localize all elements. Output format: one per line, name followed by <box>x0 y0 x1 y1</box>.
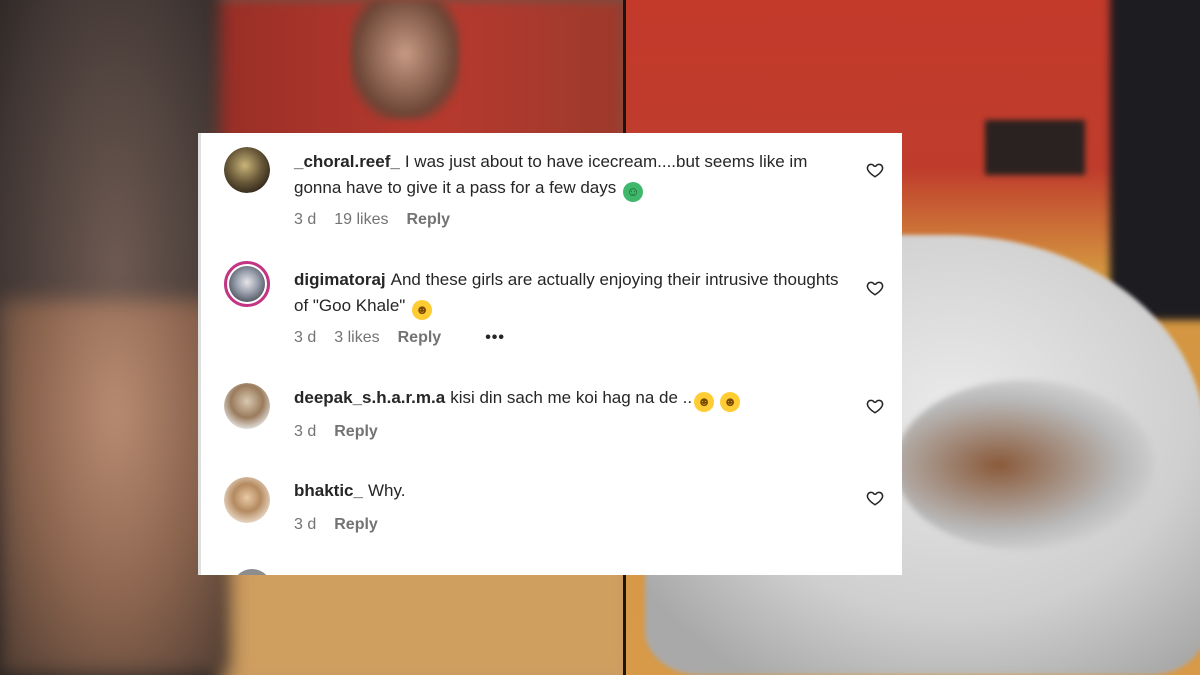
heart-outline-icon[interactable] <box>866 279 884 297</box>
comment-text: kisi din sach me koi hag na de .. <box>450 388 693 407</box>
comment-body: _choral.reef_ I was just about to have ic… <box>294 149 854 202</box>
comment-username[interactable]: digimatoraj <box>294 270 386 289</box>
comment-meta: 3 d 19 likes Reply <box>294 211 450 229</box>
next-comment-avatar[interactable] <box>232 569 272 575</box>
comment-meta: 3 d Reply <box>294 516 378 534</box>
comment-meta: 3 d 3 likes Reply ••• <box>294 329 505 347</box>
reply-button[interactable]: Reply <box>407 211 451 229</box>
avatar[interactable] <box>224 477 270 523</box>
comment-body: bhaktic_ Why. <box>294 478 854 504</box>
avatar[interactable] <box>224 147 270 193</box>
heart-outline-icon[interactable] <box>866 489 884 507</box>
reply-button[interactable]: Reply <box>398 329 442 347</box>
nauseated-face-emoji-icon: ☺ <box>623 182 643 202</box>
avatar-with-story-ring[interactable] <box>224 261 270 307</box>
comment-likes[interactable]: 3 likes <box>334 329 379 347</box>
comments-card: _choral.reef_ I was just about to have ic… <box>198 133 902 575</box>
comment-username[interactable]: deepak_s.h.a.r.m.a <box>294 388 445 407</box>
reply-button[interactable]: Reply <box>334 423 378 441</box>
scrollbar[interactable] <box>198 133 201 575</box>
heart-outline-icon[interactable] <box>866 161 884 179</box>
laughing-face-emoji-icon: ☻ <box>694 392 715 412</box>
comment-meta: 3 d Reply <box>294 423 378 441</box>
comment-body: deepak_s.h.a.r.m.a kisi din sach me koi h… <box>294 385 854 412</box>
comment-username[interactable]: _choral.reef_ <box>294 152 400 171</box>
comment-body: digimatoraj And these girls are actually … <box>294 267 854 320</box>
heart-outline-icon[interactable] <box>866 397 884 415</box>
laughing-face-emoji-icon: ☻ <box>720 392 741 412</box>
comment-age: 3 d <box>294 211 317 228</box>
comment-age: 3 d <box>294 516 317 533</box>
reply-button[interactable]: Reply <box>334 516 378 534</box>
avatar[interactable] <box>224 383 270 429</box>
comment-text: Why. <box>367 481 406 500</box>
comment-likes[interactable]: 19 likes <box>334 211 388 229</box>
more-options-icon[interactable]: ••• <box>485 329 505 347</box>
comment-username[interactable]: bhaktic_ <box>294 481 363 500</box>
laughing-face-emoji-icon: ☻ <box>412 300 433 320</box>
comment-age: 3 d <box>294 329 317 346</box>
comment-age: 3 d <box>294 423 317 440</box>
